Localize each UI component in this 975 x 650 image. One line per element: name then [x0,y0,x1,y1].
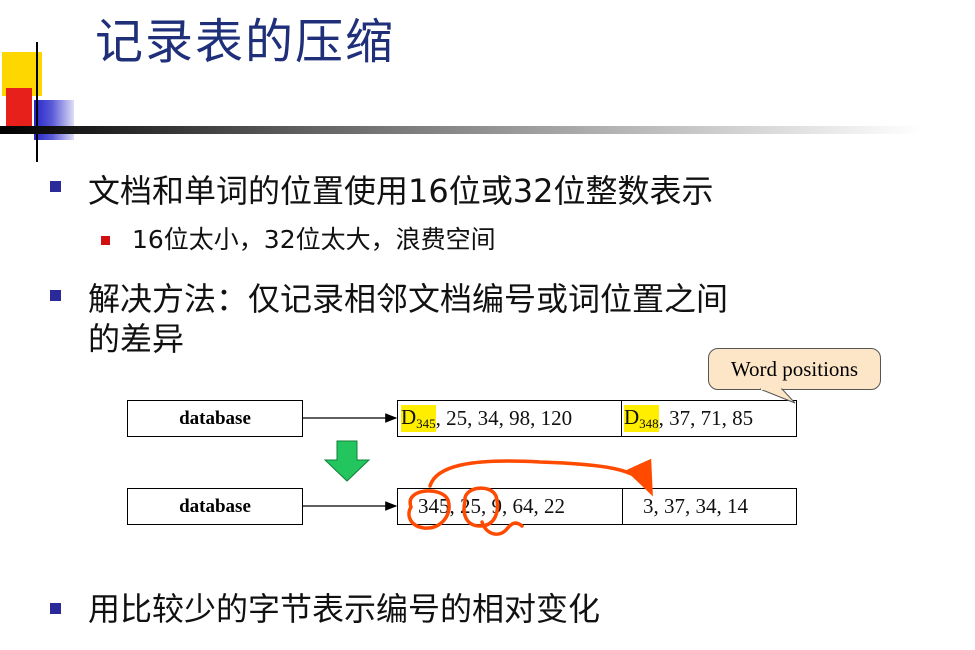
diagram-overlay [303,388,796,536]
circle-annotation [462,486,500,528]
circle-annotation [407,489,451,530]
curved-arrow-annotation [428,458,653,497]
down-arrow-icon [323,440,371,482]
callout-tail [759,388,796,404]
